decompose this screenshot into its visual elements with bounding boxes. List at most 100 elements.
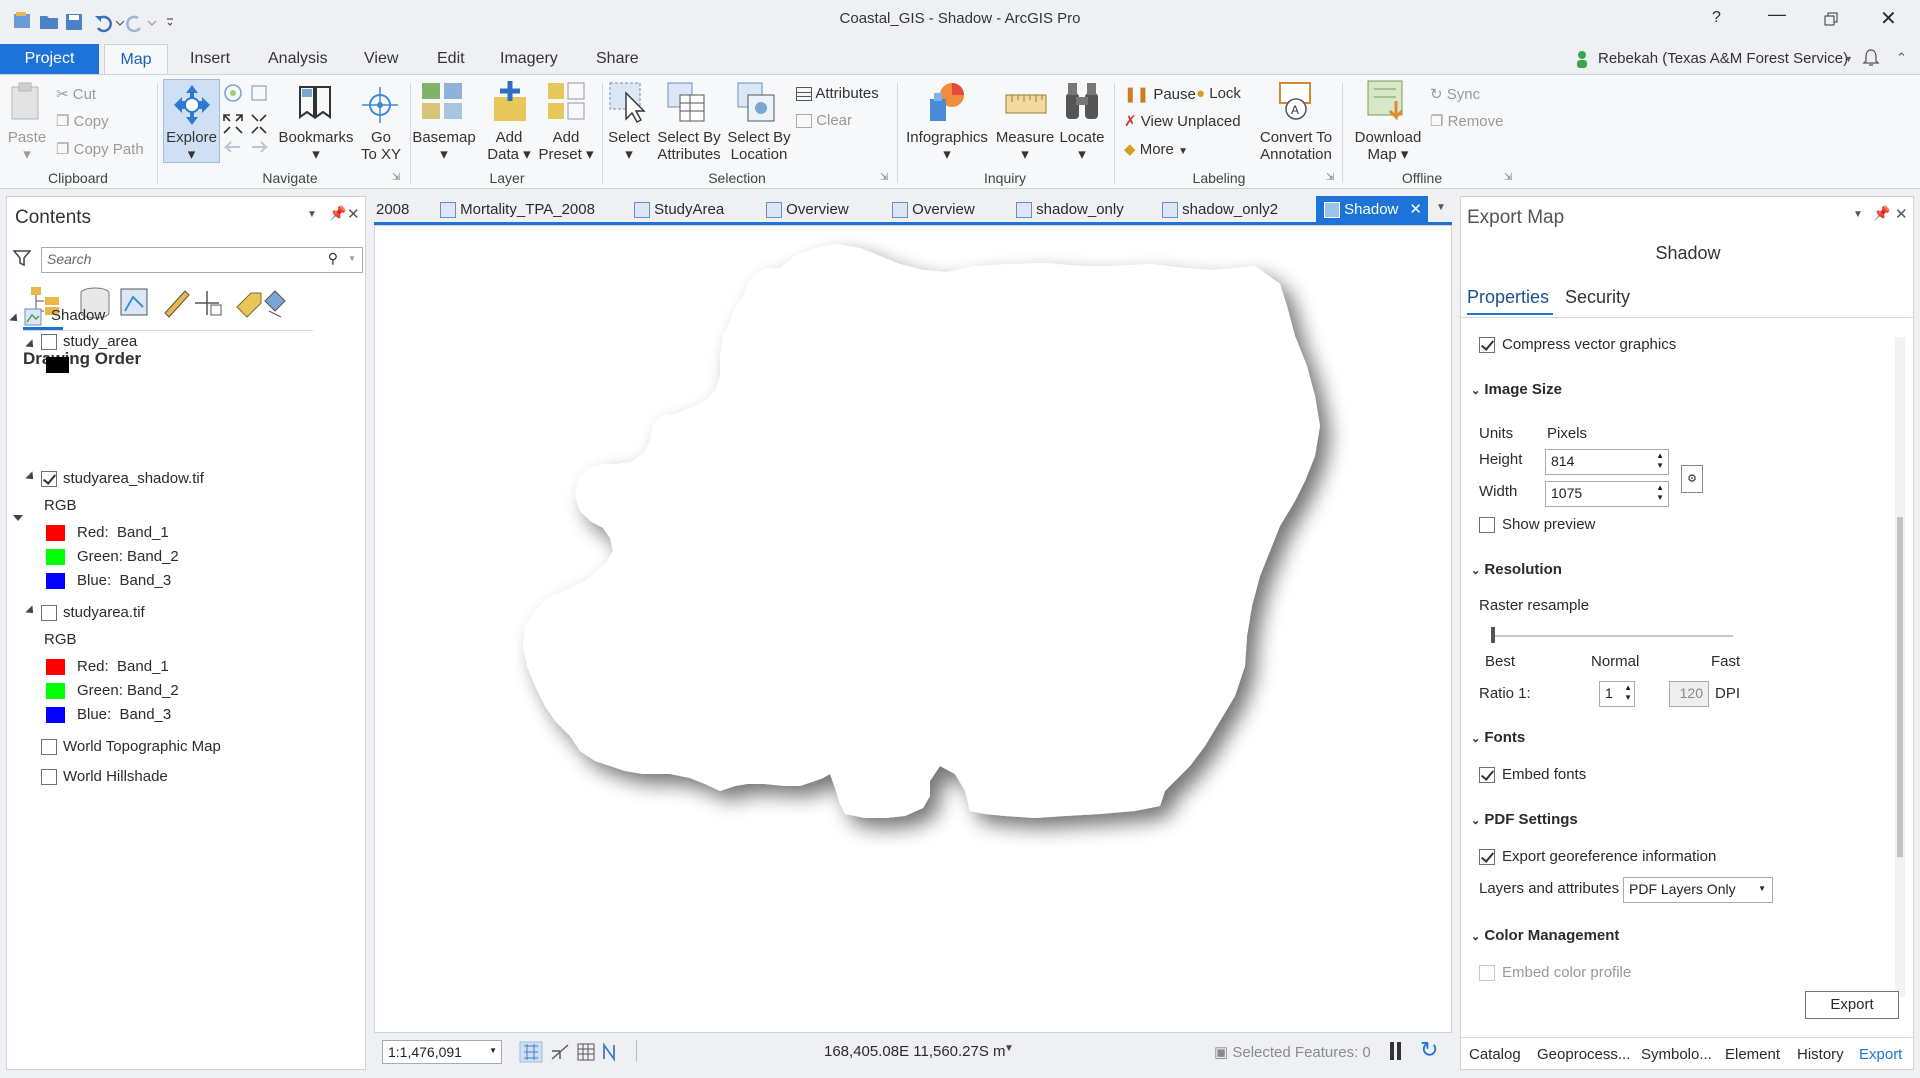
layer-name[interactable]: studyarea.tif: [63, 604, 145, 621]
filter-icon[interactable]: [13, 249, 31, 267]
user-dropdown-icon[interactable]: ▼: [1844, 54, 1853, 64]
width-stepper[interactable]: ▲ ▼: [1656, 483, 1664, 503]
ratio-input[interactable]: 1 ▲ ▼: [1599, 681, 1635, 707]
tab-edit[interactable]: Edit: [423, 44, 479, 74]
tab-list-icon[interactable]: ▼: [1436, 202, 1446, 213]
height-input[interactable]: 814 ▲ ▼: [1545, 449, 1669, 475]
map-tab[interactable]: shadow_only2: [1162, 196, 1278, 224]
layer-visibility-checkbox[interactable]: [41, 769, 57, 785]
pane-menu-icon[interactable]: ▼: [1853, 209, 1863, 220]
tab-imagery[interactable]: Imagery: [486, 44, 572, 74]
lock-aspect-ratio-icon[interactable]: ⚙: [1681, 465, 1703, 493]
map-tab[interactable]: Overview: [892, 196, 975, 224]
search-icon[interactable]: ⚲: [328, 250, 338, 267]
blue-band-swatch[interactable]: [46, 573, 65, 589]
raster-resample-slider[interactable]: [1491, 635, 1733, 637]
close-window-button[interactable]: ✕: [1880, 6, 1897, 31]
green-band-swatch[interactable]: [46, 549, 65, 565]
clear-selection-button[interactable]: Clear: [796, 112, 852, 129]
map-tab[interactable]: StudyArea: [634, 196, 724, 224]
measure-button[interactable]: Measure ▾: [994, 129, 1056, 163]
collapse-ribbon-icon[interactable]: ⌃: [1896, 50, 1907, 66]
map-canvas[interactable]: [374, 225, 1452, 1033]
select-by-attributes-button[interactable]: Select By Attributes: [654, 129, 724, 163]
add-data-button[interactable]: Add Data ▾: [480, 129, 538, 163]
expand-map-icon[interactable]: [13, 515, 23, 521]
green-band-swatch[interactable]: [46, 683, 65, 699]
height-stepper[interactable]: ▲ ▼: [1656, 451, 1664, 471]
search-dropdown-icon[interactable]: ▼: [348, 254, 356, 263]
tab-history[interactable]: History: [1797, 1046, 1844, 1063]
remove-button[interactable]: ❐ Remove: [1430, 112, 1503, 130]
georeference-checkbox[interactable]: [1479, 849, 1495, 865]
refresh-icon[interactable]: ↻: [1420, 1037, 1438, 1063]
map-status-tools[interactable]: [518, 1041, 638, 1063]
help-button[interactable]: ?: [1712, 9, 1721, 27]
color-management-section[interactable]: ⌄ Color Management: [1471, 927, 1619, 944]
add-preset-button[interactable]: Add Preset ▾: [536, 129, 596, 163]
tab-element[interactable]: Element: [1725, 1046, 1780, 1063]
navigate-small-tools[interactable]: [222, 83, 274, 163]
select-by-location-button[interactable]: Select By Location: [724, 129, 794, 163]
copy-path-button[interactable]: ❐ Copy Path: [56, 140, 144, 158]
pane-menu-icon[interactable]: ▼: [307, 209, 317, 220]
symbol-swatch[interactable]: [46, 357, 69, 373]
notification-bell-icon[interactable]: [1862, 48, 1880, 68]
red-band-swatch[interactable]: [46, 659, 65, 675]
copy-button[interactable]: ❐ Copy: [56, 112, 109, 130]
blue-band-swatch[interactable]: [46, 707, 65, 723]
scale-selector[interactable]: 1:1,476,091 ▼: [382, 1040, 502, 1064]
sync-button[interactable]: ↻ Sync: [1430, 85, 1480, 103]
tab-view[interactable]: View: [350, 44, 412, 74]
tab-analysis[interactable]: Analysis: [254, 44, 342, 74]
download-map-button[interactable]: Download Map ▾: [1348, 129, 1428, 163]
map-tab[interactable]: Mortality_TPA_2008: [440, 196, 595, 224]
layer-visibility-checkbox[interactable]: [41, 605, 57, 621]
scrollbar-thumb[interactable]: [1897, 517, 1903, 857]
view-unplaced-button[interactable]: ✗ View Unplaced: [1124, 112, 1241, 130]
convert-to-annotation-button[interactable]: Convert To Annotation: [1256, 129, 1336, 163]
lock-labels-button[interactable]: ● Lock: [1196, 85, 1241, 102]
ratio-stepper[interactable]: ▲ ▼: [1624, 683, 1632, 703]
more-labeling-button[interactable]: ◆ More ▼: [1124, 140, 1188, 158]
map-tab[interactable]: Overview: [766, 196, 849, 224]
layer-visibility-checkbox[interactable]: [41, 471, 57, 487]
image-size-section[interactable]: ⌄ Image Size: [1471, 381, 1562, 398]
go-to-xy-button[interactable]: Go To XY: [356, 129, 406, 163]
scale-dropdown-icon[interactable]: ▼: [489, 1046, 497, 1055]
bookmarks-button[interactable]: Bookmarks ▾: [276, 129, 356, 163]
embed-fonts-checkbox[interactable]: [1479, 767, 1495, 783]
scrollbar-track[interactable]: [1895, 337, 1905, 997]
pause-drawing-icon[interactable]: [1390, 1042, 1394, 1060]
attributes-button[interactable]: Attributes: [796, 85, 879, 102]
selection-launcher-icon[interactable]: ⇲: [880, 172, 888, 183]
close-pane-icon[interactable]: ✕: [1895, 205, 1908, 223]
tab-share[interactable]: Share: [582, 44, 653, 74]
tab-export[interactable]: Export: [1859, 1046, 1902, 1063]
layer-name[interactable]: studyarea_shadow.tif: [63, 470, 204, 487]
locate-button[interactable]: Locate ▾: [1056, 129, 1108, 163]
embed-color-profile-checkbox[interactable]: [1479, 965, 1495, 981]
navigate-launcher-icon[interactable]: ⇲: [392, 172, 400, 183]
slider-thumb[interactable]: [1491, 627, 1495, 643]
pdf-settings-section[interactable]: ⌄ PDF Settings: [1471, 811, 1578, 828]
tab-symbology[interactable]: Symbolo...: [1641, 1046, 1712, 1063]
pause-labeling-button[interactable]: ❚❚ Pause: [1124, 85, 1196, 103]
show-preview-checkbox[interactable]: [1479, 517, 1495, 533]
select-button[interactable]: Select ▾: [604, 129, 654, 163]
paste-button[interactable]: Paste ▾: [4, 129, 50, 163]
map-tab[interactable]: shadow_only: [1016, 196, 1124, 224]
cut-button[interactable]: ✂ Cut: [56, 85, 96, 103]
close-tab-icon[interactable]: ✕: [1409, 196, 1422, 224]
tab-geoprocessing[interactable]: Geoprocess...: [1537, 1046, 1630, 1063]
close-pane-icon[interactable]: ✕: [347, 205, 360, 223]
restore-button[interactable]: [1824, 12, 1838, 26]
tab-catalog[interactable]: Catalog: [1469, 1046, 1521, 1063]
export-button[interactable]: Export: [1805, 991, 1899, 1019]
tab-project[interactable]: Project: [0, 44, 99, 74]
tab-map[interactable]: Map: [104, 44, 168, 74]
layer-name[interactable]: study_area: [63, 333, 137, 350]
coordinate-format-dropdown-icon[interactable]: ▼: [1004, 1043, 1014, 1054]
map-tab[interactable]: 2008: [376, 196, 409, 224]
pin-icon[interactable]: 📌: [1873, 205, 1890, 222]
